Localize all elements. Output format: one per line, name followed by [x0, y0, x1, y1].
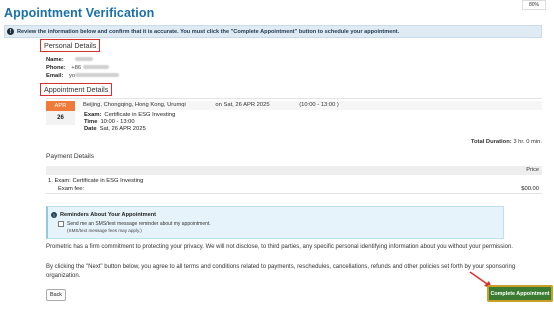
- red-arrow-annotation: [469, 271, 492, 288]
- complete-appointment-button[interactable]: Complete Appointment: [487, 285, 553, 302]
